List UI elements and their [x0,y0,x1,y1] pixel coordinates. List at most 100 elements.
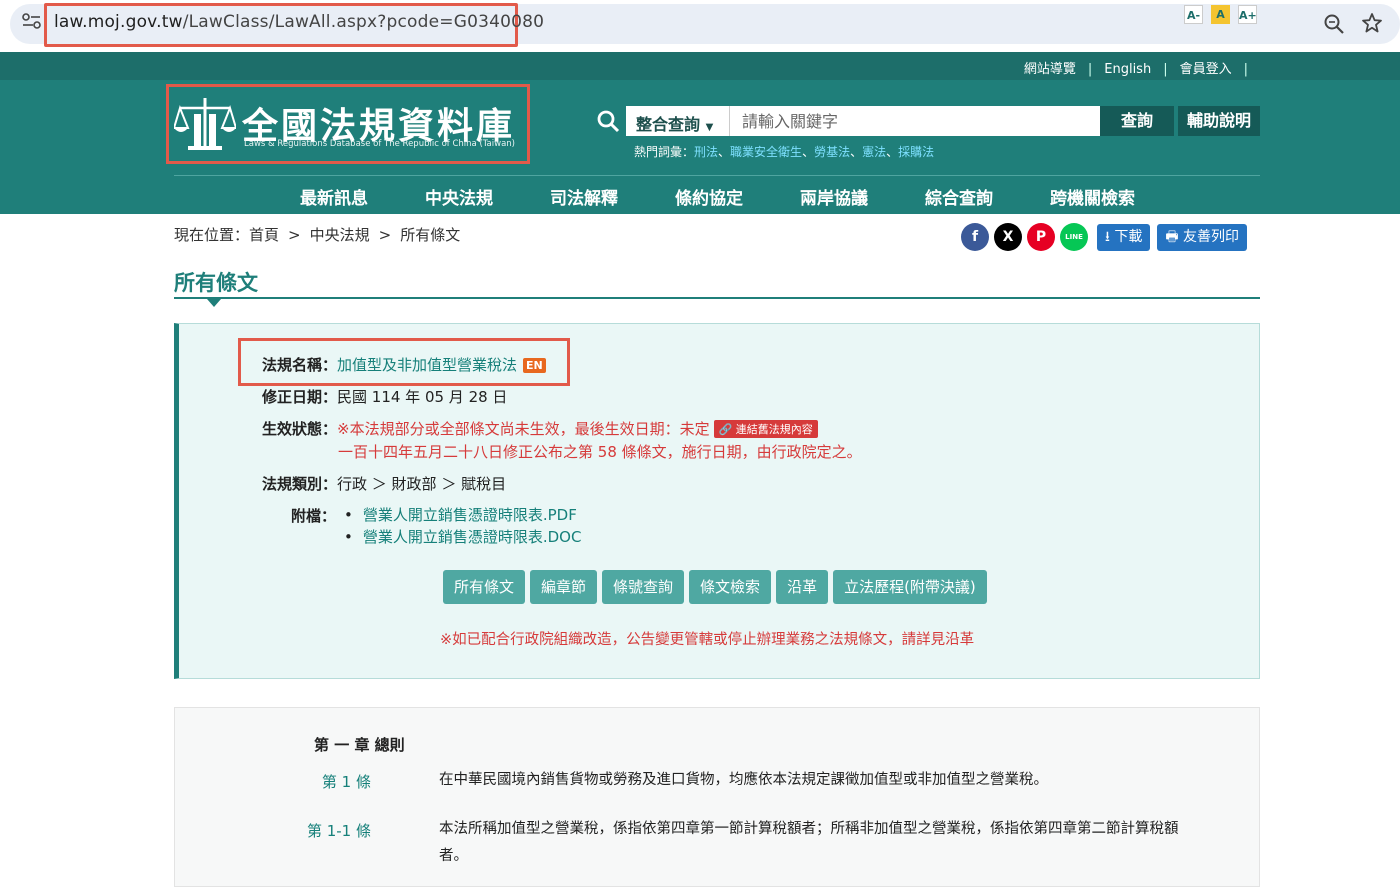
tab-history[interactable]: 沿革 [776,570,829,604]
amend-date-value: 民國 114 年 05 月 28 日 [337,388,508,406]
status-text: ※本法規部分或全部條文尚未生效，最後生效日期：未定 [337,420,710,438]
search-button[interactable]: 查詢 [1100,106,1174,136]
divider: | [1087,62,1093,77]
article-number-link[interactable]: 第 1-1 條 [251,820,371,841]
divider: | [1163,62,1168,77]
nav-item-news[interactable]: 最新訊息 [300,184,368,209]
link-icon: 🔗 [718,423,733,436]
site-logo-subtitle: Laws & Regulations Database of The Repub… [244,139,515,149]
category-value: 行政 ＞ 財政部 ＞ 賦稅目 [337,475,507,493]
url-text[interactable]: law.moj.gov.tw/LawClass/LawAll.aspx?pcod… [54,12,544,32]
search-scope-select[interactable]: 整合查詢 ▼ [626,106,730,136]
nav-item-central-laws[interactable]: 中央法規 [425,184,493,209]
breadcrumb-separator: > [378,226,392,244]
nav-item-treaties[interactable]: 條約協定 [675,184,743,209]
hot-word-sep: 、 [718,145,731,159]
status-note: 一百十四年五月二十八日修正公布之第 58 條條文，施行日期，由行政院定之。 [338,443,862,461]
nav-divider [174,175,1260,176]
x-share-icon[interactable]: X [994,223,1022,251]
attachment-list: 營業人開立銷售憑證時限表.PDF 營業人開立銷售憑證時限表.DOC [344,504,582,548]
download-label: 下載 [1114,228,1143,245]
font-large-button[interactable]: A+ [1238,5,1257,24]
site-settings-icon[interactable] [22,13,42,29]
bookmark-star-icon[interactable] [1360,11,1384,35]
facebook-share-icon[interactable]: f [961,223,989,251]
member-login-link[interactable]: 會員登入 [1180,62,1232,77]
article-text: 在中華民國境內銷售貨物或勞務及進口貨物，均應依本法規定課徵加值型或非加值型之營業… [439,772,1048,788]
help-button[interactable]: 輔助說明 [1178,106,1260,136]
font-small-button[interactable]: A- [1184,5,1203,24]
hot-word-link[interactable]: 採購法 [898,145,934,159]
plurk-share-icon[interactable]: P [1027,223,1055,251]
hot-word-link[interactable]: 勞基法 [814,145,850,159]
nav-item-cross-agency-search[interactable]: 跨機關檢索 [1050,184,1135,209]
old-law-link-button[interactable]: 🔗 連結舊法規內容 [713,420,818,438]
tab-all-articles[interactable]: 所有條文 [443,570,526,604]
tab-legislative-history[interactable]: 立法歷程(附帶決議) [833,570,987,604]
attachments-label: 附檔： [291,505,336,526]
breadcrumb-central-laws[interactable]: 中央法規 [310,226,370,244]
title-underline [174,297,1260,299]
download-icon: ⭳ [1105,228,1110,245]
url-host: law.moj.gov.tw [54,12,183,32]
tab-chapters[interactable]: 編章節 [530,570,598,604]
article-number-link[interactable]: 第 1 條 [251,771,371,792]
status-row: 生效狀態：※本法規部分或全部條文尚未生效，最後生效日期：未定 🔗 連結舊法規內容 [262,418,818,439]
tab-article-search[interactable]: 條文檢索 [689,570,772,604]
hot-word-sep: 、 [802,145,815,159]
search-scope-label: 整合查詢 [636,115,701,134]
hot-word-link[interactable]: 職業安全衛生 [730,145,802,159]
amend-date-label: 修正日期： [262,388,338,406]
search-icon [597,110,620,133]
attachment-doc-link[interactable]: 營業人開立銷售憑證時限表.DOC [344,526,582,548]
category-row: 法規類別：行政 ＞ 財政部 ＞ 賦稅目 [262,473,506,494]
divider: | [1243,62,1248,77]
breadcrumb-home[interactable]: 首頁 [249,226,279,244]
attachment-pdf-link[interactable]: 營業人開立銷售憑證時限表.PDF [344,504,581,526]
old-law-link-label: 連結舊法規內容 [735,423,813,436]
article-text: 本法所稱加值型之營業稅，係指依第四章第一節計算稅額者；所稱非加值型之營業稅，係指… [439,821,1179,864]
hot-word-link[interactable]: 刑法 [694,145,718,159]
font-medium-button[interactable]: A [1211,5,1230,24]
nav-item-cross-strait[interactable]: 兩岸協議 [800,184,868,209]
share-toolbar: f X P LINE ⭳ 下載 🖶 友善列印 [961,223,1248,251]
chevron-down-icon: ▼ [705,122,714,133]
main-nav: 最新訊息 中央法規 司法解釋 條約協定 兩岸協議 綜合查詢 跨機關檢索 [300,184,1192,209]
law-name-link[interactable]: 加值型及非加值型營業稅法 [337,356,517,374]
utility-bar: 網站導覽 | English | 會員登入 | [0,52,1400,80]
hot-word-link[interactable]: 憲法 [862,145,886,159]
tab-article-number[interactable]: 條號查詢 [602,570,685,604]
amend-date-row: 修正日期：民國 114 年 05 月 28 日 [262,386,507,407]
line-share-icon[interactable]: LINE [1060,223,1088,251]
url-path: /LawClass/LawAll.aspx?pcode=G0340080 [182,12,545,32]
download-button[interactable]: ⭳ 下載 [1097,223,1151,251]
law-view-tabs: 所有條文 編章節 條號查詢 條文檢索 沿革 立法歷程(附帶決議) [443,570,987,604]
hot-word-sep: 、 [886,145,899,159]
english-version-badge[interactable]: EN [523,358,546,373]
line-share-label: LINE [1065,233,1083,241]
breadcrumb-prefix: 現在位置： [174,226,250,244]
breadcrumb-current: 所有條文 [400,226,461,244]
english-link[interactable]: English [1104,62,1151,77]
hot-words: 熱門詞彙：刑法、職業安全衛生、勞基法、憲法、採購法 [634,143,934,160]
print-button[interactable]: 🖶 友善列印 [1157,223,1248,251]
attach-label: 附檔： [291,507,337,525]
hot-words-label: 熱門詞彙： [634,145,695,159]
category-label: 法規類別： [262,475,338,493]
search-input[interactable] [730,106,1100,136]
nav-item-integrated-search[interactable]: 綜合查詢 [925,184,993,209]
hot-word-sep: 、 [850,145,863,159]
title-pointer-icon [207,299,221,307]
breadcrumb-separator: > [288,226,301,244]
status-label: 生效狀態： [262,420,338,438]
sitemap-link[interactable]: 網站導覽 [1024,62,1076,77]
printer-icon: 🖶 [1165,228,1179,245]
breadcrumb: 現在位置：首頁 > 中央法規 > 所有條文 [174,224,460,245]
page-title: 所有條文 [174,271,258,295]
law-name-row: 法規名稱：加值型及非加值型營業稅法 EN [262,354,546,375]
font-size-controls: A- A A+ [1184,5,1257,24]
nav-item-judicial-interpretations[interactable]: 司法解釋 [550,184,618,209]
utility-links: 網站導覽 | English | 會員登入 | [1024,58,1260,77]
law-name-label: 法規名稱： [262,356,338,374]
zoom-icon[interactable] [1323,13,1345,35]
